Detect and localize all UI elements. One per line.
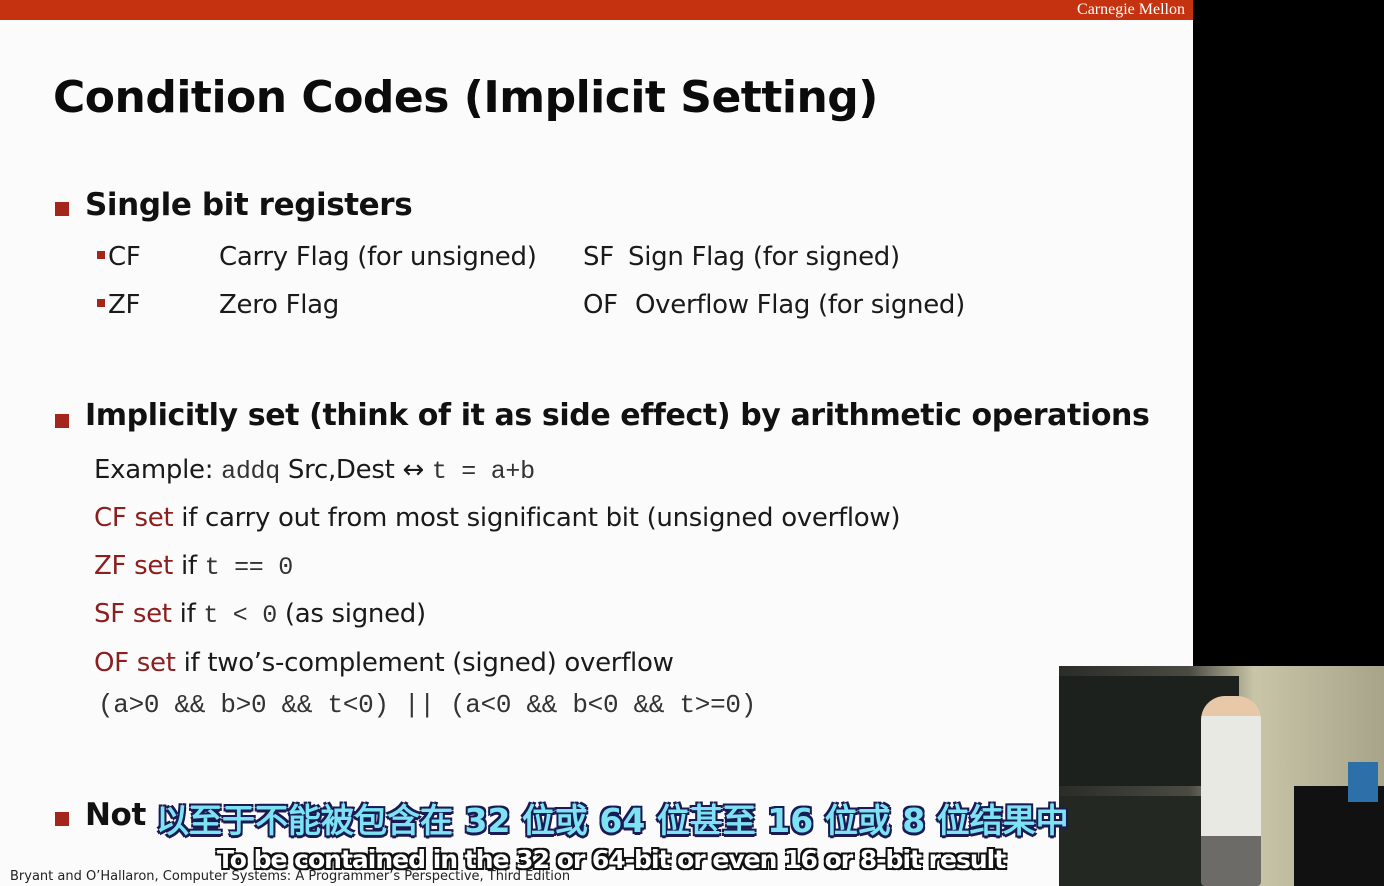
sf-if: if <box>179 599 196 629</box>
bullet-square-icon <box>55 202 69 216</box>
zf-set-label: ZF set <box>94 551 173 581</box>
bullet-square-icon <box>97 299 105 307</box>
header-bar: Carnegie Mellon <box>0 0 1193 20</box>
flag-code: SF <box>583 242 614 272</box>
brand-label: Carnegie Mellon <box>1077 1 1185 18</box>
cf-rule: CF set if carry out from most significan… <box>94 503 900 533</box>
flag-code: CF <box>108 242 141 272</box>
example-args: Src,Dest <box>287 455 395 485</box>
of-expression: (a>0 && b>0 && t<0) || (a<0 && b<0 && t>… <box>98 690 757 720</box>
example-line: Example: addq Src,Dest ↔ t = a+b <box>94 455 535 486</box>
sf-rule: SF set if t < 0 (as signed) <box>94 599 426 630</box>
presenter-video <box>1059 666 1384 886</box>
sf-set-label: SF set <box>94 599 172 629</box>
double-arrow-icon: ↔ <box>402 455 424 485</box>
subtitle-english: To be contained in the 32 or 64-bit or e… <box>217 845 1006 874</box>
of-set-label: OF set <box>94 648 176 678</box>
bullet-square-icon <box>55 414 69 428</box>
subtitle-chinese: 以至于不能被包含在 32 位或 64 位甚至 16 位或 8 位结果中 <box>156 801 1069 840</box>
slide: Carnegie Mellon Condition Codes (Implici… <box>0 0 1193 886</box>
section1-heading: Single bit registers <box>85 187 413 223</box>
section2-heading: Implicitly set (think of it as side effe… <box>85 398 1150 433</box>
example-instr: addq <box>221 457 280 486</box>
cf-set-label: CF set <box>94 503 174 533</box>
example-label: Example: <box>94 455 214 485</box>
flag-desc: Carry Flag (for unsigned) <box>219 242 537 272</box>
section3-heading: Not <box>85 797 146 833</box>
of-rule: OF set if two’s-complement (signed) over… <box>94 648 674 678</box>
sf-rule-text: (as signed) <box>284 599 426 629</box>
bullet-square-icon <box>97 251 105 259</box>
zf-if: if <box>180 551 197 581</box>
flag-desc: Zero Flag <box>219 290 340 320</box>
sf-expr: t < 0 <box>203 601 277 630</box>
flag-code: OF <box>583 290 618 320</box>
zf-rule: ZF set if t == 0 <box>94 551 293 582</box>
cf-rule-text: if carry out from most significant bit (… <box>181 503 901 533</box>
flag-desc: Overflow Flag (for signed) <box>635 290 965 320</box>
flag-desc: Sign Flag (for signed) <box>628 242 900 272</box>
of-rule-text: if two’s-complement (signed) overflow <box>183 648 674 678</box>
flag-code: ZF <box>108 290 141 320</box>
example-expr: t = a+b <box>431 457 535 486</box>
zf-expr: t == 0 <box>204 553 294 582</box>
presenter <box>1201 696 1261 886</box>
bullet-square-icon <box>55 812 69 826</box>
slide-title: Condition Codes (Implicit Setting) <box>53 72 878 123</box>
